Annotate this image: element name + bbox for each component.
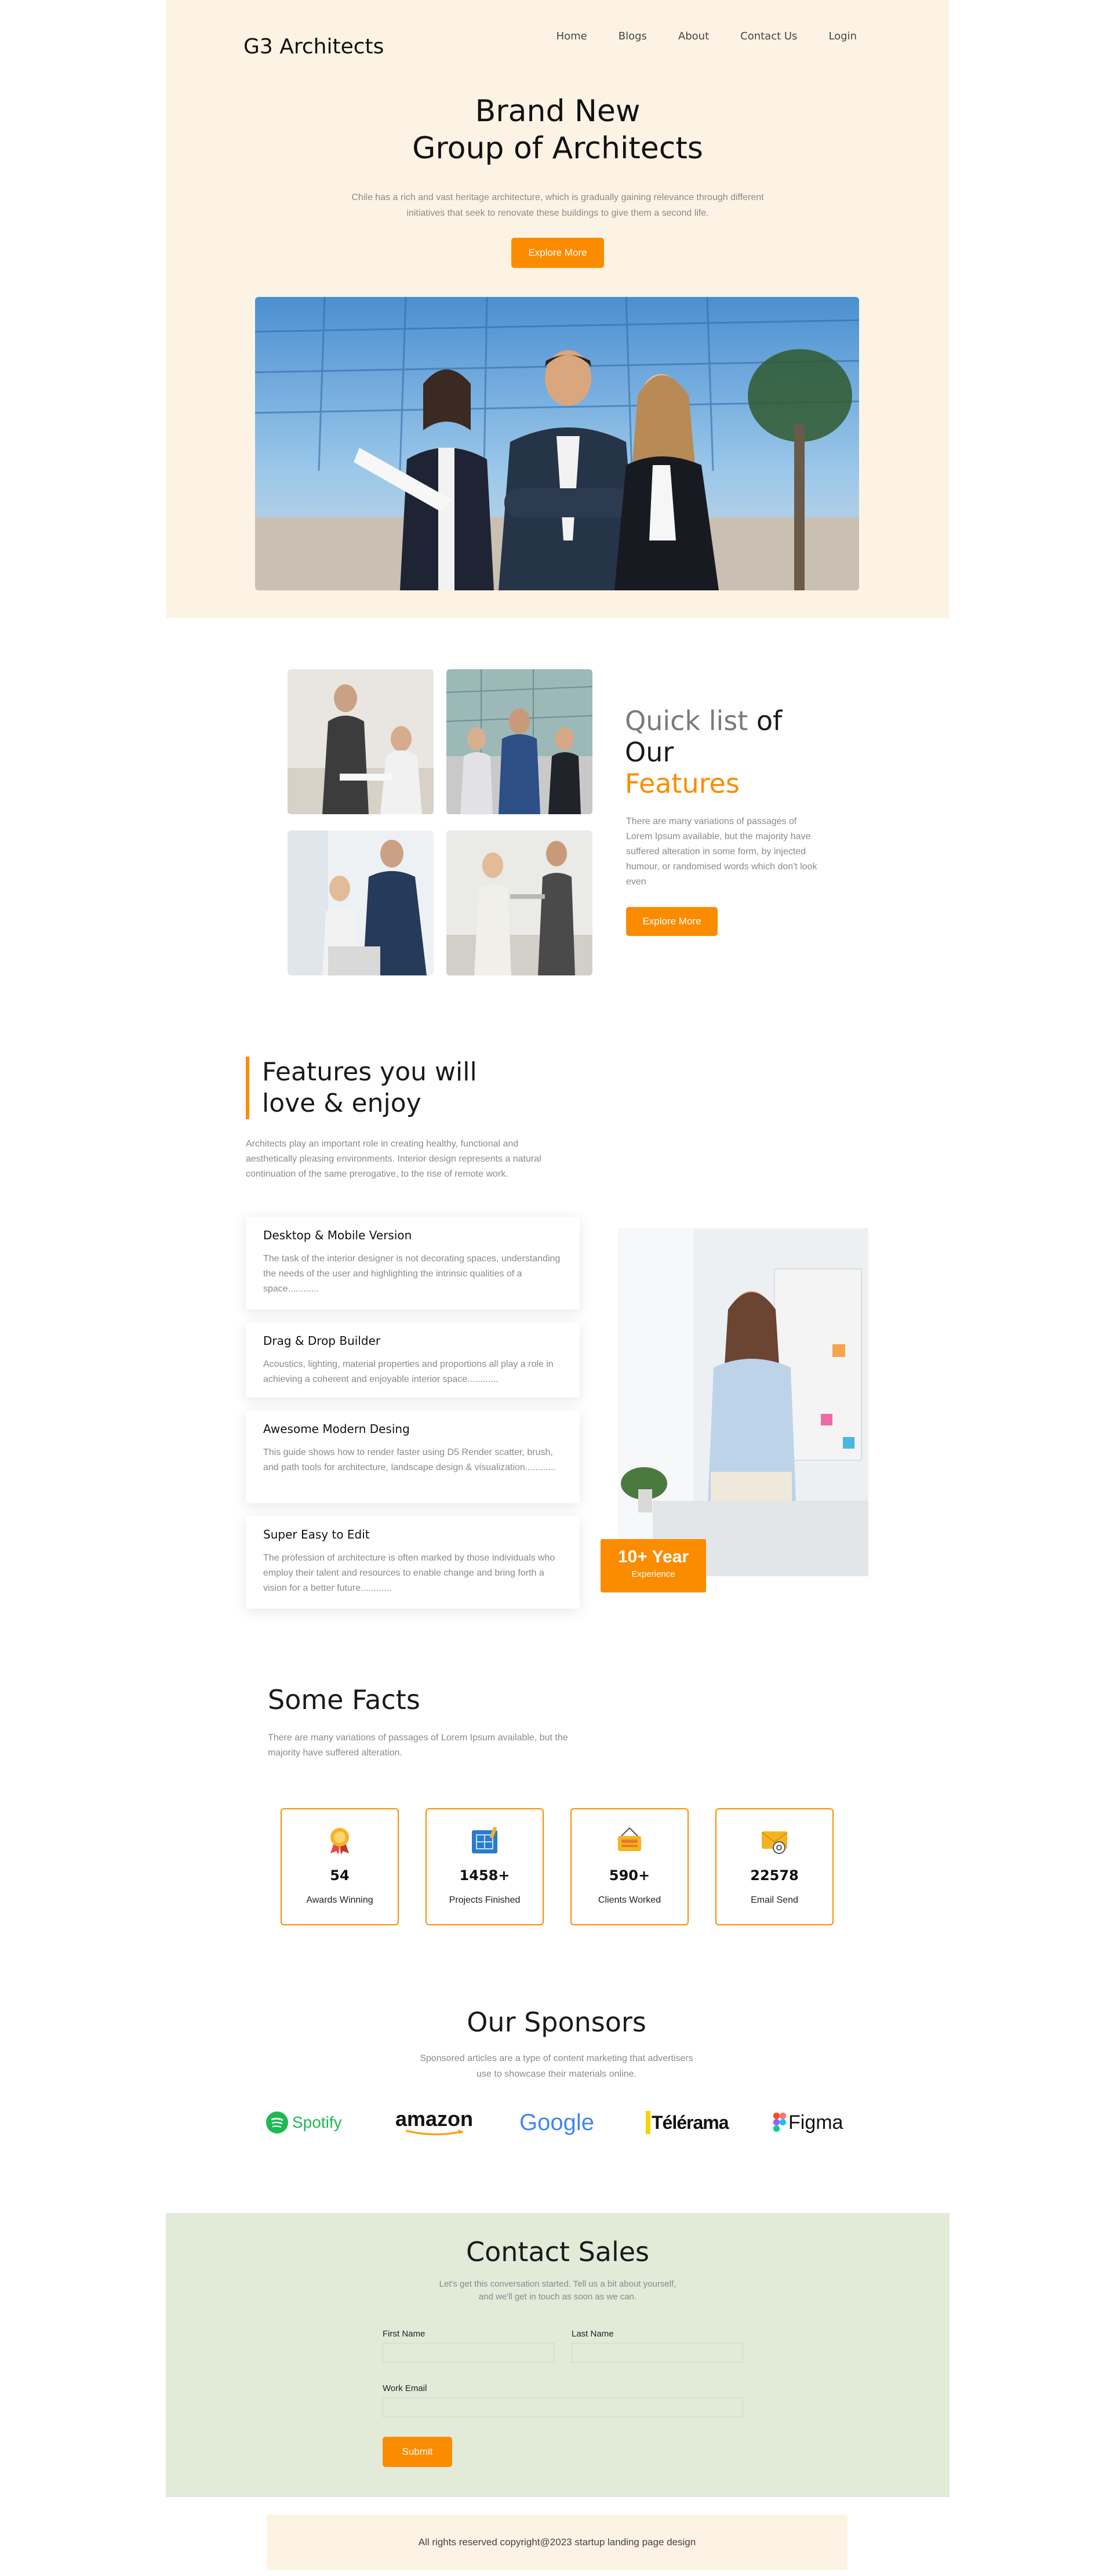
hero-description: Chile has a rich and vast heritage archi… <box>166 190 950 221</box>
feature-card-title: Super Easy to Edit <box>263 1528 370 1541</box>
features-title-line2: love & enjoy <box>262 1089 421 1118</box>
nav-contact-us[interactable]: Contact Us <box>740 30 797 42</box>
quick-list-description: There are many variations of passages of… <box>626 817 817 887</box>
quick-list-image-1 <box>288 669 434 814</box>
hero-explore-button[interactable]: Explore More <box>511 238 604 268</box>
hero-description-line1: Chile has a rich and vast heritage archi… <box>351 193 764 202</box>
quick-list-image-2 <box>446 669 592 814</box>
fact-card-awards: 54 Awards Winning <box>281 1808 399 1925</box>
contact-title: Contact Sales <box>465 2236 650 2267</box>
feature-card-drag-drop[interactable]: Drag & Drop Builder Acoustics, lighting,… <box>246 1322 580 1398</box>
footer-copyright: All rights reserved copyright@2023 start… <box>418 2537 696 2548</box>
sponsors-description-line2: use to showcase their materials online. <box>477 2069 636 2079</box>
contact-description-line2: and we'll get in touch as soon as we can… <box>478 2292 637 2302</box>
quick-list-image-3 <box>288 830 434 975</box>
quick-list-title: Quick list of Our Features <box>625 705 782 799</box>
first-name-field[interactable] <box>383 2343 554 2363</box>
fact-number: 1458+ <box>459 1867 510 1884</box>
fact-label: Clients Worked <box>598 1895 661 1905</box>
features-woman-image <box>618 1228 868 1576</box>
quick-list-image-4 <box>446 830 592 975</box>
hero-title-line1: Brand New <box>475 94 641 129</box>
hero-title: Brand New Group of Architects <box>166 93 950 167</box>
hero-description-line2: initiatives that seek to renovate these … <box>406 208 709 218</box>
facts-description: There are many variations of passages of… <box>268 1733 568 1758</box>
clients-sign-icon <box>614 1826 645 1856</box>
feature-card-title: Desktop & Mobile Version <box>263 1228 412 1242</box>
sponsor-name: Télérama <box>652 2111 729 2133</box>
work-email-field[interactable] <box>383 2397 743 2417</box>
sponsor-logo-telerama[interactable]: Télérama <box>646 2105 729 2140</box>
feature-card-desktop-mobile[interactable]: Desktop & Mobile Version The task of the… <box>246 1217 580 1309</box>
nav-blogs[interactable]: Blogs <box>619 30 647 42</box>
quick-list-title-part2: of <box>756 705 783 736</box>
first-name-label: First Name <box>383 2329 425 2339</box>
quick-list-explore-button[interactable]: Explore More <box>626 907 718 936</box>
hero-title-line2: Group of Architects <box>412 131 703 166</box>
sponsors-title: Our Sponsors <box>467 2007 646 2038</box>
feature-card-text: Acoustics, lighting, material properties… <box>263 1359 554 1384</box>
fact-number: 22578 <box>750 1867 799 1884</box>
feature-card-title: Drag & Drop Builder <box>263 1334 381 1348</box>
figma-icon <box>773 2113 786 2132</box>
experience-badge-years: 10+ Year <box>617 1547 689 1566</box>
sponsor-name: Figma <box>788 2111 843 2134</box>
nav-about[interactable]: About <box>678 30 709 42</box>
features-description: Architects play an important role in cre… <box>246 1139 541 1179</box>
feature-card-text: This guide shows how to render faster us… <box>263 1447 556 1472</box>
sponsors-description-line1: Sponsored articles are a type of content… <box>420 2053 693 2063</box>
blueprint-icon <box>470 1826 500 1856</box>
fact-label: Awards Winning <box>306 1895 373 1905</box>
feature-card-title: Awesome Modern Desing <box>263 1422 410 1436</box>
telerama-mark-icon <box>646 2111 650 2134</box>
quick-list-title-part3: Our <box>625 736 674 768</box>
nav-login[interactable]: Login <box>828 30 857 42</box>
contact-description-line1: Let's get this conversation started. Tel… <box>439 2279 676 2289</box>
fact-card-emails: 22578 Email Send <box>715 1808 834 1925</box>
facts-title: Some Facts <box>268 1684 420 1715</box>
submit-button[interactable]: Submit <box>383 2437 452 2467</box>
hero-team-image <box>255 297 859 590</box>
feature-card-text: The profession of architecture is often … <box>263 1553 555 1593</box>
quick-list-title-part4: Features <box>625 768 740 799</box>
sponsor-name: amazon <box>395 2107 474 2131</box>
feature-card-modern-design[interactable]: Awesome Modern Desing This guide shows h… <box>246 1410 580 1503</box>
sponsor-name: Google <box>519 2109 594 2135</box>
fact-card-clients: 590+ Clients Worked <box>570 1808 689 1925</box>
sponsor-logo-figma[interactable]: Figma <box>773 2105 843 2140</box>
experience-badge: 10+ Year Experience <box>601 1539 706 1592</box>
sponsors-description: Sponsored articles are a type of content… <box>0 2051 1113 2082</box>
fact-label: Email Send <box>751 1895 798 1905</box>
features-title: Features you will love & enjoy <box>246 1057 477 1119</box>
main-nav: Home Blogs About Contact Us Login <box>525 30 857 42</box>
spotify-icon <box>266 2111 288 2134</box>
feature-card-easy-edit[interactable]: Super Easy to Edit The profession of arc… <box>246 1516 580 1609</box>
experience-badge-label: Experience <box>631 1569 675 1579</box>
site-logo[interactable]: G3 Architects <box>243 35 384 59</box>
hero-section: G3 Architects Home Blogs About Contact U… <box>166 0 950 618</box>
feature-card-text: The task of the interior designer is not… <box>263 1254 561 1294</box>
work-email-label: Work Email <box>383 2383 427 2393</box>
last-name-field[interactable] <box>572 2343 743 2363</box>
fact-label: Projects Finished <box>449 1895 521 1905</box>
sponsor-logo-spotify[interactable]: Spotify <box>265 2105 342 2140</box>
last-name-label: Last Name <box>572 2329 614 2339</box>
contact-section: Contact Sales Let's get this conversatio… <box>166 2213 950 2497</box>
email-icon <box>759 1826 790 1856</box>
footer: All rights reserved copyright@2023 start… <box>267 2515 848 2570</box>
quick-list-title-part1: Quick list <box>625 705 748 736</box>
sponsor-name: Spotify <box>292 2113 342 2131</box>
fact-number: 54 <box>330 1867 350 1884</box>
sponsor-logo-google[interactable]: Google <box>519 2105 594 2140</box>
features-title-line1: Features you will <box>262 1057 477 1087</box>
contact-description: Let's get this conversation started. Tel… <box>166 2278 950 2303</box>
fact-card-projects: 1458+ Projects Finished <box>425 1808 544 1925</box>
nav-home[interactable]: Home <box>556 30 587 42</box>
award-icon <box>325 1826 355 1856</box>
sponsor-logo-amazon[interactable]: amazon <box>395 2105 473 2140</box>
fact-number: 590+ <box>609 1867 650 1884</box>
amazon-smile-icon <box>405 2129 464 2135</box>
